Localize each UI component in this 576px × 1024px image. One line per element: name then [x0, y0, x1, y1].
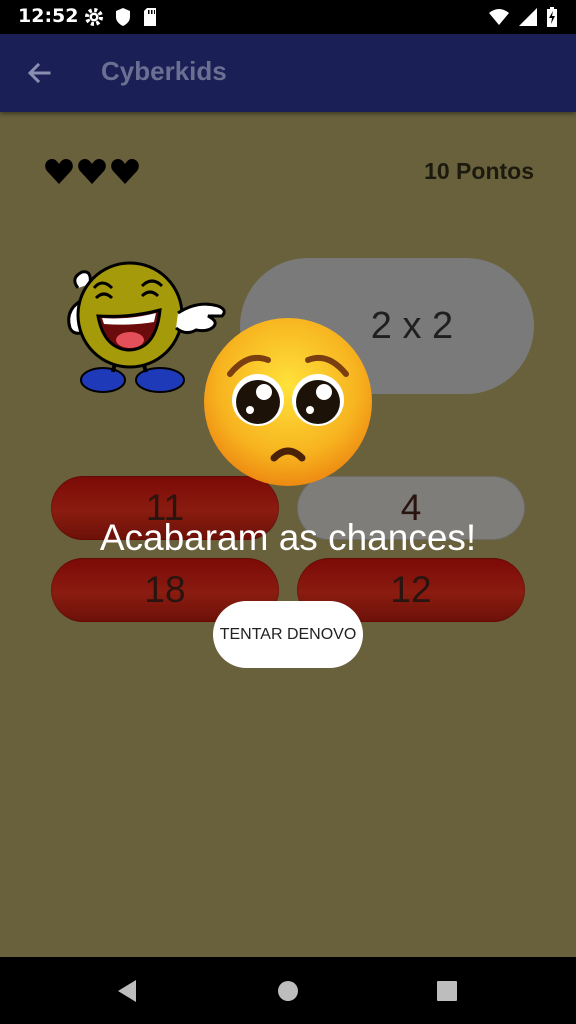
- heart-icon: [111, 159, 139, 184]
- status-bar: 12:52: [0, 0, 576, 34]
- gear-icon: [85, 8, 103, 26]
- back-button[interactable]: [22, 56, 56, 90]
- status-icons-right: [488, 7, 558, 27]
- answer-label: 18: [144, 569, 186, 610]
- back-triangle-icon[interactable]: [114, 976, 144, 1006]
- app-title: Cyberkids: [101, 56, 227, 86]
- recents-square-icon[interactable]: [432, 976, 462, 1006]
- system-nav-bar: [0, 957, 576, 1024]
- home-circle-icon[interactable]: [273, 976, 303, 1006]
- game-over-message: Acabaram as chances!: [99, 517, 477, 558]
- retry-button[interactable]: TENTAR DENOVO: [213, 601, 363, 668]
- battery-charging-icon: [547, 7, 557, 27]
- status-time: 12:52: [18, 5, 79, 27]
- answer-label: 12: [390, 569, 432, 610]
- status-icons-left: [84, 7, 158, 27]
- app-bar: Cyberkids: [0, 34, 576, 112]
- pleading-face-emoji: [204, 318, 372, 486]
- arrow-left-icon: [27, 62, 51, 84]
- heart-icon: [78, 159, 106, 184]
- lives-indicator: [44, 157, 140, 185]
- score-label: 10 Pontos: [424, 158, 534, 184]
- shield-icon: [116, 8, 130, 26]
- sd-card-icon: [144, 8, 156, 26]
- signal-icon: [519, 8, 537, 26]
- heart-icon: [45, 159, 73, 184]
- wifi-icon: [489, 9, 509, 25]
